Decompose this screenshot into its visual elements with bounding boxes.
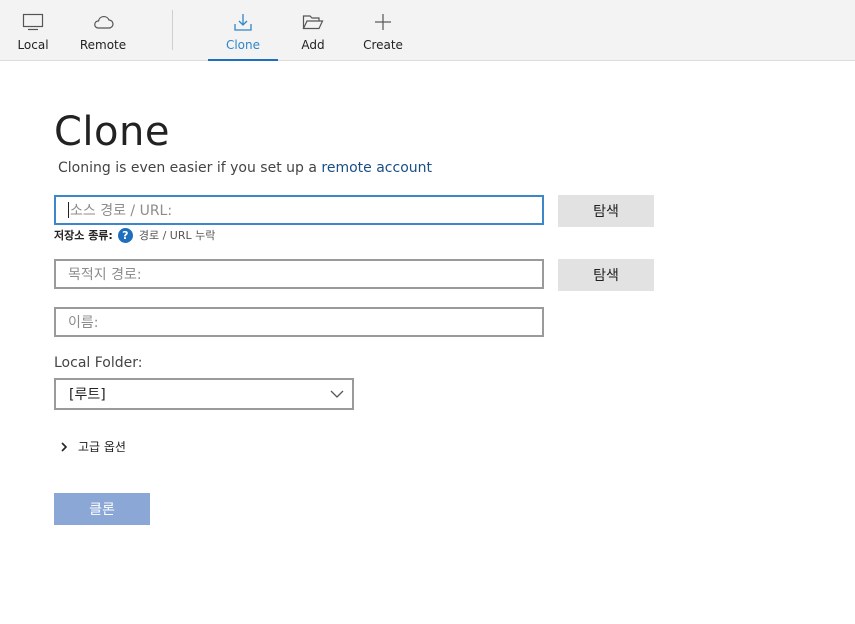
cloud-icon [91, 11, 115, 33]
toolbar-clone-tab[interactable]: Clone [208, 0, 278, 61]
repo-type-info: 저장소 종류: ? 경로 / URL 누락 [54, 227, 215, 243]
folder-open-icon [301, 11, 325, 33]
repo-type-label: 저장소 종류: [54, 229, 113, 242]
toolbar-create-button[interactable]: Create [362, 0, 404, 61]
toolbar-local-label: Local [17, 38, 49, 52]
toolbar-remote-button[interactable]: Remote [76, 0, 130, 61]
chevron-right-icon [60, 441, 68, 452]
active-tab-indicator [208, 59, 278, 61]
clone-button[interactable]: 클론 [54, 493, 150, 525]
local-folder-value: [루트] [69, 387, 106, 403]
name-placeholder: 이름: [68, 315, 99, 331]
monitor-icon [21, 11, 45, 33]
toolbar-add-button[interactable]: Add [296, 0, 330, 61]
advanced-options-toggle[interactable]: 고급 옵션 [60, 438, 126, 455]
local-folder-label: Local Folder: [54, 355, 143, 371]
local-folder-select[interactable]: [루트] [54, 378, 354, 410]
subtitle-text: Cloning is even easier if you set up a [58, 160, 322, 176]
chevron-down-icon [330, 388, 344, 404]
remote-account-link[interactable]: remote account [321, 160, 432, 176]
page-title: Clone [54, 109, 170, 155]
advanced-options-label: 고급 옵션 [78, 440, 126, 454]
download-icon [231, 11, 255, 33]
toolbar-divider [172, 10, 173, 50]
destination-path-placeholder: 목적지 경로: [68, 267, 142, 283]
help-icon[interactable]: ? [117, 227, 133, 243]
repo-type-value: 경로 / URL 누락 [138, 229, 216, 242]
text-caret [68, 202, 69, 218]
name-input[interactable]: 이름: [54, 307, 544, 337]
toolbar-create-label: Create [363, 38, 403, 52]
source-path-placeholder: 소스 경로 / URL: [70, 203, 173, 219]
destination-path-input[interactable]: 목적지 경로: [54, 259, 544, 289]
source-path-input[interactable]: 소스 경로 / URL: [54, 195, 544, 225]
toolbar: Local Remote Clone Add Create [0, 0, 855, 61]
toolbar-add-label: Add [301, 38, 325, 52]
toolbar-remote-label: Remote [79, 38, 127, 52]
destination-browse-button[interactable]: 탐색 [558, 259, 654, 291]
source-browse-button[interactable]: 탐색 [558, 195, 654, 227]
plus-icon [371, 11, 395, 33]
toolbar-clone-label: Clone [225, 38, 261, 52]
page-subtitle: Cloning is even easier if you set up a r… [58, 160, 432, 176]
toolbar-local-button[interactable]: Local [10, 0, 56, 61]
